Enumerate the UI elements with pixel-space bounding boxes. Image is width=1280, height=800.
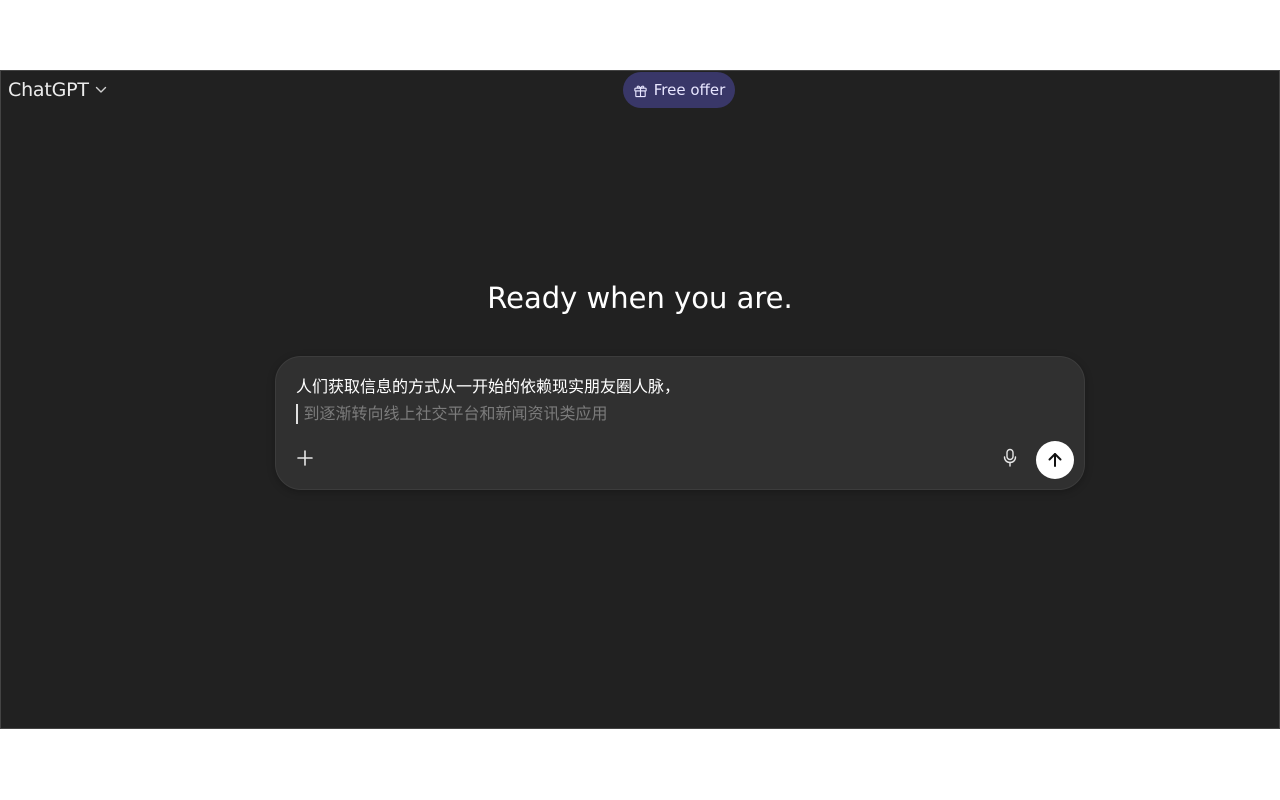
voice-input-button[interactable] — [998, 446, 1022, 470]
page-headline: Ready when you are. — [487, 281, 793, 315]
composer-suggestion-line: 到逐渐转向线上社交平台和新闻资讯类应用 — [296, 400, 1064, 427]
composer-suggestion-text: 到逐渐转向线上社交平台和新闻资讯类应用 — [303, 404, 608, 423]
free-offer-button[interactable]: Free offer — [623, 72, 735, 108]
chevron-down-icon — [95, 86, 107, 94]
text-caret — [296, 403, 298, 424]
arrow-up-icon — [1046, 451, 1064, 469]
chat-app-window: ChatGPT Free offer Ready when you are. 人… — [0, 70, 1280, 729]
free-offer-label: Free offer — [653, 81, 726, 99]
microphone-icon — [1002, 448, 1018, 468]
composer-input[interactable]: 人们获取信息的方式从一开始的依赖现实朋友圈人脉， 到逐渐转向线上社交平台和新闻资… — [296, 373, 1064, 427]
plus-icon — [296, 449, 314, 467]
gift-icon — [633, 83, 648, 98]
model-name: ChatGPT — [8, 79, 89, 101]
composer-typed-text: 人们获取信息的方式从一开始的依赖现实朋友圈人脉， — [296, 377, 681, 396]
send-button[interactable] — [1036, 441, 1074, 479]
attach-button[interactable] — [292, 445, 318, 471]
message-composer[interactable]: 人们获取信息的方式从一开始的依赖现实朋友圈人脉， 到逐渐转向线上社交平台和新闻资… — [275, 356, 1085, 490]
model-switcher-button[interactable]: ChatGPT — [8, 79, 107, 101]
